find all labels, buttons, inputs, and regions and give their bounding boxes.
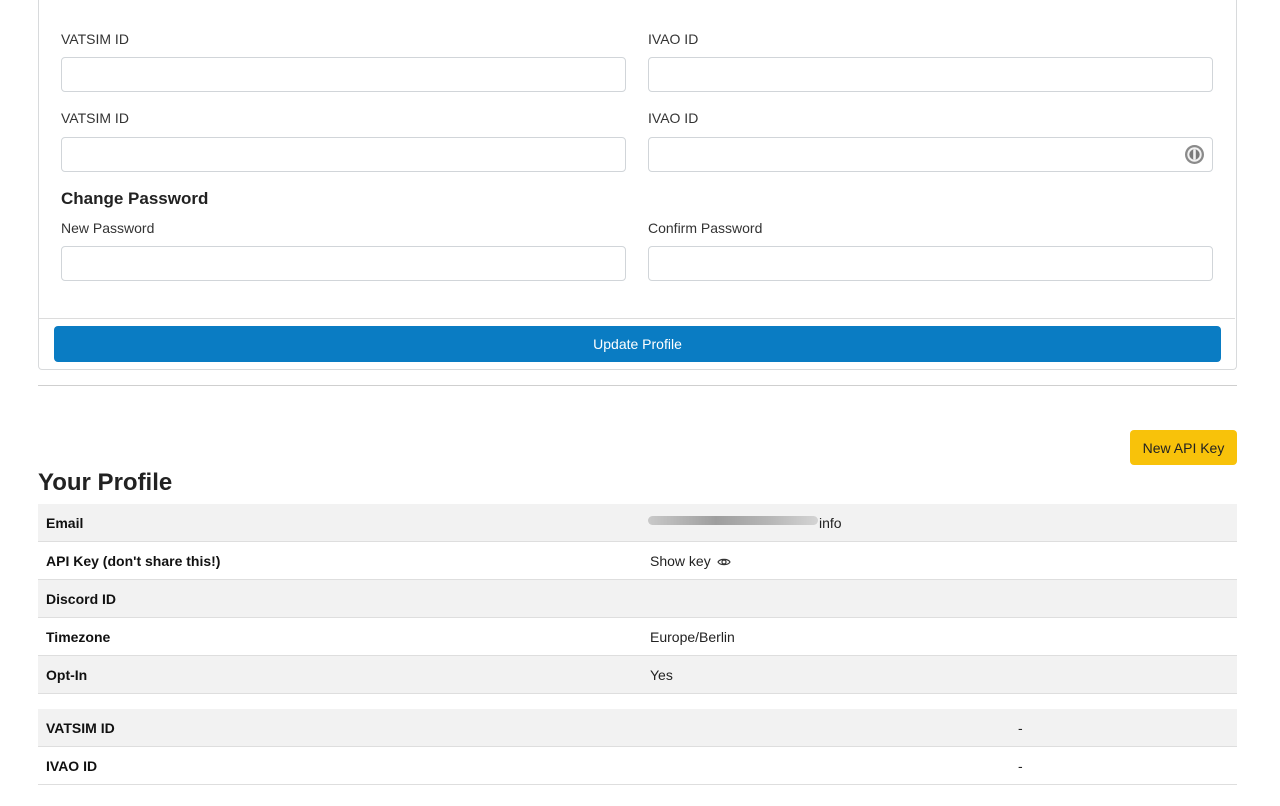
row-key: VATSIM ID [46, 720, 115, 736]
new-password-input[interactable] [61, 246, 626, 281]
row-key: Email [46, 515, 84, 531]
row-value: - [1018, 758, 1023, 774]
vatsim-id-input-2[interactable] [61, 137, 626, 172]
confirm-password-label: Confirm Password [648, 220, 763, 236]
row-value: Europe/Berlin [650, 629, 735, 645]
email-value: info [819, 515, 842, 531]
row-value: Yes [650, 667, 673, 683]
profile-row-timezone: Timezone Europe/Berlin [38, 618, 1237, 656]
profile-edit-card [38, 0, 1237, 370]
profile-row-email: Email info [38, 504, 1237, 542]
profile-title: Your Profile [38, 469, 173, 496]
row-key: Discord ID [46, 591, 117, 607]
profile-row-opt-in: Opt-In Yes [38, 656, 1237, 694]
card-footer-wrap [38, 0, 1237, 319]
eye-icon [716, 559, 731, 566]
profile-row-api-key: API Key (don't share this!) Show key [38, 542, 1237, 580]
row-key: IVAO ID [46, 758, 98, 774]
update-profile-button[interactable]: Update Profile [54, 326, 1221, 362]
row-key: Timezone [46, 629, 111, 645]
row-key: API Key (don't share this!) [46, 553, 221, 569]
vatsim-id-input[interactable] [61, 57, 626, 92]
card-footer-divider [38, 318, 1235, 319]
profile-row-discord: Discord ID [38, 580, 1237, 618]
ivao-id-field-2 [648, 137, 1213, 172]
change-password-title: Change Password [61, 189, 209, 208]
ivao-id-label: IVAO ID [648, 31, 699, 47]
profile-row-ivao: IVAO ID - [38, 747, 1237, 785]
redacted-email-mask [648, 516, 818, 525]
show-key-label: Show key [650, 553, 711, 569]
row-value: - [1018, 720, 1023, 736]
ivao-id-input[interactable] [648, 57, 1213, 92]
profile-row-vatsim: VATSIM ID - [38, 709, 1237, 747]
new-password-label: New Password [61, 220, 155, 236]
row-key: Opt-In [46, 667, 88, 683]
ivao-id-label-2: IVAO ID [648, 110, 699, 126]
vatsim-id-label-2: VATSIM ID [61, 110, 129, 126]
vatsim-id-label: VATSIM ID [61, 31, 129, 47]
ivao-id-input-2[interactable] [648, 137, 1213, 172]
confirm-password-input[interactable] [648, 246, 1213, 281]
show-key-link[interactable]: Show key [650, 553, 731, 569]
new-api-key-button[interactable]: New API Key [1130, 430, 1237, 465]
password-manager-icon[interactable] [1184, 144, 1205, 165]
section-divider [38, 385, 1237, 386]
